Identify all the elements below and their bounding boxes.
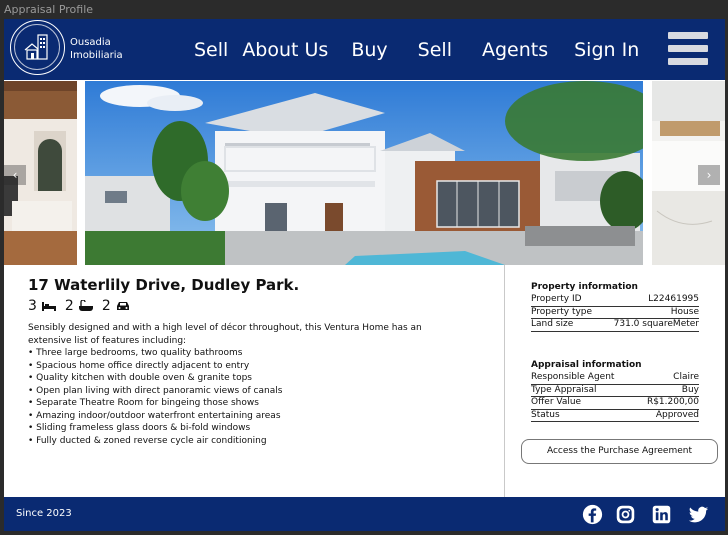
brand-line-1: Ousadia: [70, 37, 111, 48]
info-row-offer-value: Offer Value R$1.200,00: [531, 397, 699, 410]
brand-line-2: Imobiliaria: [70, 50, 123, 61]
info-value: 731.0 squareMeter: [613, 319, 699, 329]
info-value: Claire: [673, 372, 699, 382]
info-row-property-type: Property type House: [531, 306, 699, 319]
info-row-land-size: Land size 731.0 squareMeter: [531, 319, 699, 332]
parking-count: 2: [101, 298, 111, 314]
window-title: Appraisal Profile: [0, 0, 728, 19]
info-row-responsible-agent: Responsible Agent Claire: [531, 372, 699, 385]
info-row-type-appraisal: Type Appraisal Buy: [531, 384, 699, 397]
description-intro: Sensibly designed and with a high level …: [28, 323, 422, 346]
feature-item: • Quality kitchen with double oven & gra…: [28, 373, 252, 383]
info-value: Approved: [655, 409, 699, 420]
nav-buy[interactable]: Buy: [351, 39, 387, 61]
info-value: R$1.200,00: [646, 397, 699, 407]
hamburger-menu-icon[interactable]: [668, 32, 708, 67]
nav-agents[interactable]: Agents: [482, 39, 548, 61]
brand-logo[interactable]: [10, 20, 65, 75]
bathtub-icon: [78, 300, 93, 311]
instagram-icon[interactable]: [615, 504, 636, 525]
nav-sell-2[interactable]: Sell: [418, 39, 452, 61]
info-label: Status: [531, 409, 560, 420]
site-footer: Since 2023: [4, 497, 725, 531]
car-icon: [116, 302, 129, 310]
feature-item: • Open plan living with direct panoramic…: [28, 385, 283, 396]
feature-item: • Spacious home office directly adjacent…: [28, 360, 250, 371]
property-description: Sensibly designed and with a high level …: [28, 322, 428, 447]
property-info-panel: Property information Property ID L224619…: [531, 282, 699, 332]
feature-item: • Amazing indoor/outdoor waterfront ente…: [28, 410, 281, 421]
building-icon: [24, 34, 48, 60]
info-value: L22461995: [648, 294, 699, 304]
info-row-property-id: Property ID L22461995: [531, 294, 699, 307]
info-row-status: Status Approved: [531, 409, 699, 422]
feature-item: • Fully ducted & zoned reverse cycle air…: [28, 435, 267, 446]
property-info-heading: Property information: [531, 282, 638, 292]
chevron-left-icon[interactable]: ‹: [4, 165, 26, 185]
feature-item: • Three large bedrooms, two quality bath…: [28, 348, 243, 358]
main-nav: Sell About Us Buy Sell Agents Sign In: [194, 31, 662, 69]
photo-carousel: ‹ ›: [4, 81, 725, 265]
bed-icon: [41, 302, 56, 311]
info-label: Responsible Agent: [531, 372, 615, 382]
site-header: Ousadia Imobiliaria Sell About Us Buy Se…: [4, 19, 725, 80]
feature-list: • Three large bedrooms, two quality bath…: [28, 347, 428, 447]
bedroom-count: 3: [28, 298, 37, 314]
facebook-icon[interactable]: [582, 504, 603, 525]
property-specs: 3 2 2: [28, 298, 139, 314]
info-sidebar: Property information Property ID L224619…: [504, 265, 725, 497]
property-address: 17 Waterlily Drive, Dudley Park.: [28, 276, 300, 294]
info-value: House: [670, 306, 699, 317]
nav-sell[interactable]: Sell: [194, 39, 228, 61]
nav-about-us[interactable]: About Us: [242, 39, 328, 61]
bathroom-count: 2: [64, 298, 74, 314]
info-label: Type Appraisal: [531, 384, 597, 395]
appraisal-info-heading: Appraisal information: [531, 360, 642, 370]
page-frame: Ousadia Imobiliaria Sell About Us Buy Se…: [4, 19, 725, 531]
info-label: Property ID: [531, 294, 582, 304]
brand-name: Ousadia Imobiliaria: [70, 36, 123, 62]
property-details: 17 Waterlily Drive, Dudley Park. 3 2 2 S…: [4, 265, 725, 497]
info-value: Buy: [681, 384, 699, 395]
info-label: Offer Value: [531, 397, 582, 407]
linkedin-icon[interactable]: [651, 504, 672, 525]
twitter-icon[interactable]: [688, 504, 709, 525]
feature-item: • Separate Theatre Room for bingeing tho…: [28, 398, 259, 408]
info-label: Land size: [531, 319, 574, 329]
purchase-agreement-button[interactable]: Access the Purchase Agreement: [521, 439, 718, 464]
appraisal-info-panel: Appraisal information Responsible Agent …: [531, 360, 699, 422]
carousel-slide-main-house[interactable]: [85, 81, 643, 265]
since-text: Since 2023: [16, 508, 72, 519]
property-summary: 17 Waterlily Drive, Dudley Park. 3 2 2 S…: [4, 265, 504, 497]
nav-sign-in[interactable]: Sign In: [574, 39, 639, 61]
chevron-right-icon[interactable]: ›: [698, 165, 720, 185]
feature-item: • Sliding frameless glass doors & bi-fol…: [28, 423, 251, 433]
info-label: Property type: [531, 306, 593, 317]
